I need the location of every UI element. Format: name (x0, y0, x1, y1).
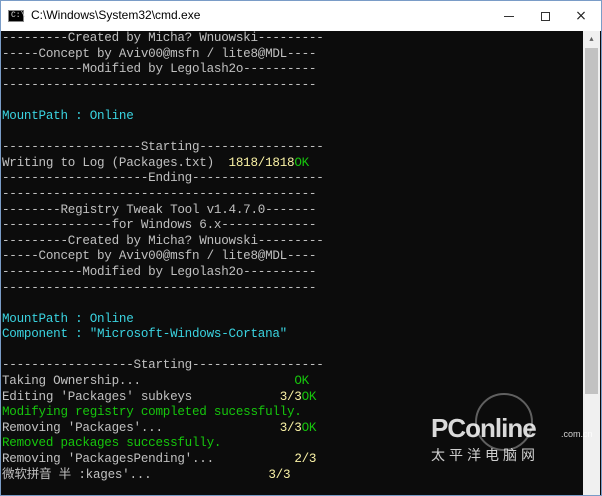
console-line: ----------------------------------------… (2, 187, 582, 203)
console-line: --------Registry Tweak Tool v1.4.7.0----… (2, 203, 582, 219)
console-text: OK (301, 389, 317, 404)
console-text: --------------------Ending--------------… (2, 171, 324, 186)
console-line: ---------Created by Micha? Wnuowski-----… (2, 31, 582, 47)
console-text: Removing 'PackagesPending'... (2, 452, 295, 467)
vertical-scrollbar[interactable]: ▲ (583, 31, 600, 495)
console-line: 微软拼音 半 :kages'... 3/3 (2, 468, 582, 484)
console-text: OK (294, 155, 309, 170)
console-text: ---------------for Windows 6.x----------… (2, 218, 317, 233)
minimize-icon (504, 15, 514, 17)
console-line: --------------------Ending--------------… (2, 171, 582, 187)
console-text: ----------------------------------------… (2, 77, 317, 92)
console-line: Removing 'PackagesPending'... 2/3 (2, 452, 582, 468)
console-text: 微软拼音 半 :kages'... (2, 467, 269, 482)
console-line: ------------------Starting--------------… (2, 358, 582, 374)
console-text: Removing 'Packages'... (2, 420, 280, 435)
cmd-window: C:\ C:\Windows\System32\cmd.exe × ------… (0, 0, 602, 496)
console-text: Taking Ownership... (2, 374, 295, 389)
scroll-up-arrow-icon[interactable]: ▲ (583, 31, 600, 48)
console-text: Writing to Log (Packages.txt) (2, 155, 229, 170)
console-text: ----------------------------------------… (2, 280, 317, 295)
console-line: MountPath : Online (2, 109, 582, 125)
console-text: 3/3 (279, 389, 302, 404)
console-line: ---------Created by Micha? Wnuowski-----… (2, 234, 582, 250)
console-line: ----------------------------------------… (2, 281, 582, 297)
console-line: Removing 'Packages'... 3/3OK (2, 421, 582, 437)
console-text: Removed packages successfully. (2, 436, 222, 451)
console-line: -------------------Starting-------------… (2, 140, 582, 156)
console-text: ----------------------------------------… (2, 186, 317, 201)
cmd-icon: C:\ (8, 10, 25, 22)
console-text: -----------Modified by Legolash2o-------… (2, 264, 317, 279)
console-line: MountPath : Online (2, 312, 582, 328)
console-text: 3/3 (279, 420, 302, 435)
maximize-icon (540, 11, 550, 21)
console-line: Component : "Microsoft-Windows-Cortana" (2, 327, 582, 343)
console-text: -----------Modified by Legolash2o-------… (2, 62, 317, 77)
console-text: Component : "Microsoft-Windows-Cortana" (2, 327, 287, 342)
console-line: -----Concept by Aviv00@msfn / lite8@MDL-… (2, 249, 582, 265)
console-text: OK (294, 374, 309, 389)
console-text: MountPath : Online (2, 108, 134, 123)
console-text: Editing 'Packages' subkeys (2, 389, 280, 404)
console-text: 3/3 (268, 467, 291, 482)
window-title: C:\Windows\System32\cmd.exe (31, 8, 201, 22)
console-line: Editing 'Packages' subkeys 3/3OK (2, 390, 582, 406)
console-text: Modifying registry completed sucessfully… (2, 405, 302, 420)
console-line: Taking Ownership... OK (2, 374, 582, 390)
console-text: ---------Created by Micha? Wnuowski-----… (2, 31, 324, 45)
console-text: ------------------Starting--------------… (2, 358, 324, 373)
console-line: Removed packages successfully. (2, 436, 582, 452)
title-bar[interactable]: C:\ C:\Windows\System32\cmd.exe × (1, 1, 601, 31)
console-text: 2/3 (294, 452, 317, 467)
close-icon: × (575, 8, 587, 24)
console-text: --------Registry Tweak Tool v1.4.7.0----… (2, 202, 317, 217)
console-text: -----Concept by Aviv00@msfn / lite8@MDL-… (2, 249, 317, 264)
close-button[interactable]: × (563, 1, 599, 31)
console-line: -----------Modified by Legolash2o-------… (2, 62, 582, 78)
console-output[interactable]: ---------Created by Micha? Wnuowski-----… (2, 31, 582, 495)
minimize-button[interactable] (491, 1, 527, 31)
console-line: -----------Modified by Legolash2o-------… (2, 265, 582, 281)
console-text: ---------Created by Micha? Wnuowski-----… (2, 233, 324, 248)
console-text: 1818/1818 (228, 155, 295, 170)
console-line: Writing to Log (Packages.txt) 1818/1818O… (2, 156, 582, 172)
console-line: ----------------------------------------… (2, 78, 582, 94)
console-text: OK (301, 420, 317, 435)
console-line: -----Concept by Aviv00@msfn / lite8@MDL-… (2, 47, 582, 63)
console-text: -----Concept by Aviv00@msfn / lite8@MDL-… (2, 46, 317, 61)
console-line: ---------------for Windows 6.x----------… (2, 218, 582, 234)
console-line: Modifying registry completed sucessfully… (2, 405, 582, 421)
console-text: MountPath : Online (2, 311, 134, 326)
console-text: -------------------Starting-------------… (2, 140, 324, 155)
scrollbar-thumb[interactable] (585, 48, 598, 394)
maximize-button[interactable] (527, 1, 563, 31)
